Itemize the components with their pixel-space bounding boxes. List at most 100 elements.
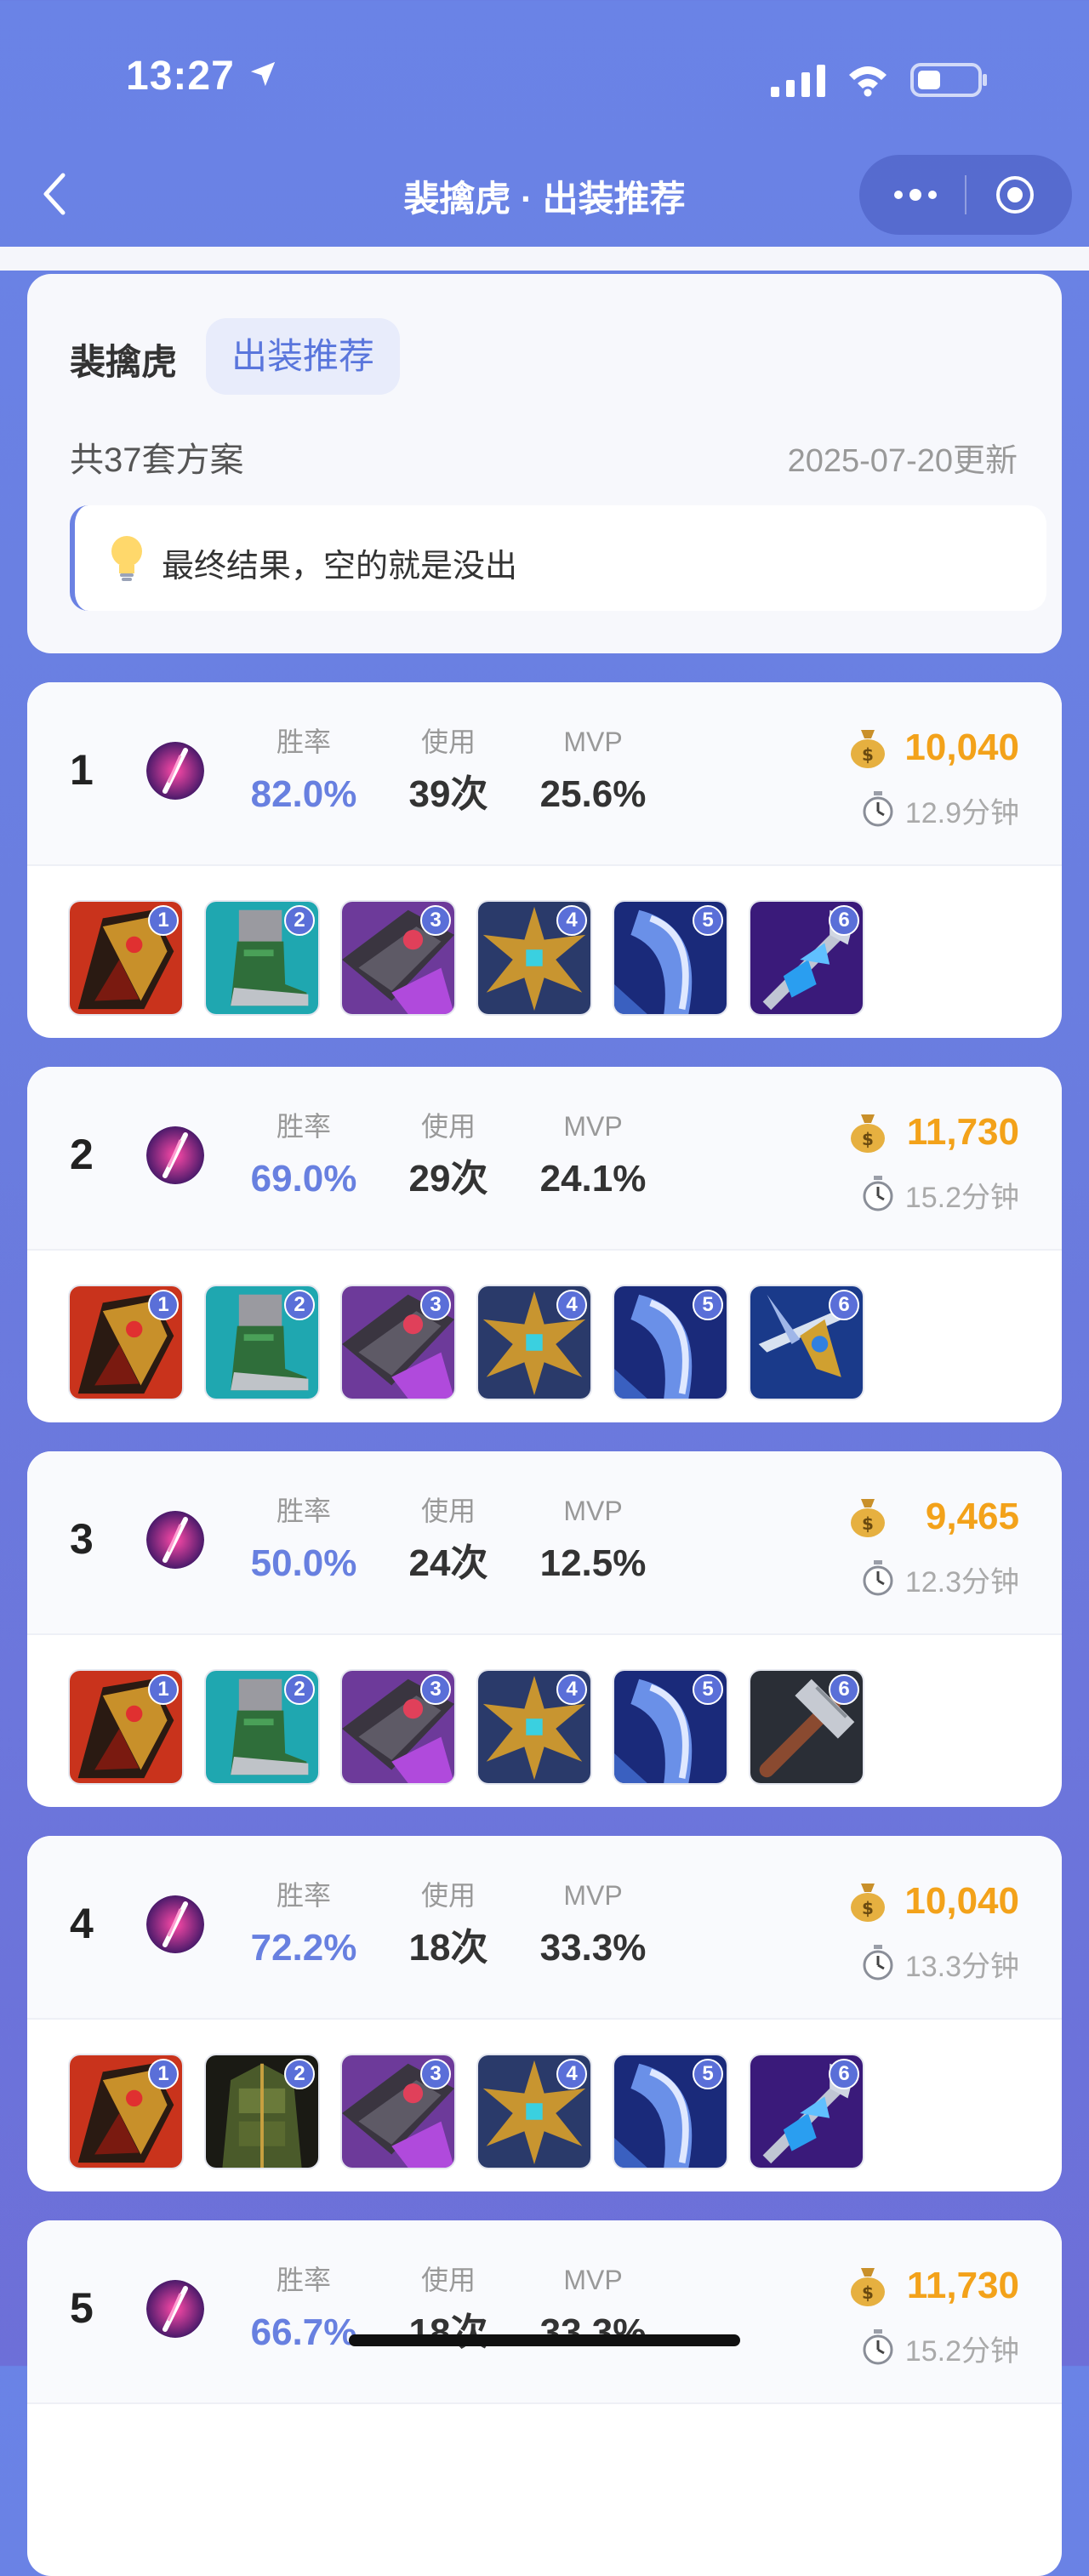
- win-rate-label: 胜率: [276, 727, 331, 757]
- item-slot[interactable]: 1: [68, 2054, 184, 2169]
- stopwatch-icon: [863, 791, 893, 827]
- win-rate-label: 胜率: [276, 2265, 331, 2295]
- hero-avatar: [146, 1895, 204, 1953]
- money-bag-icon: $: [851, 1114, 885, 1153]
- item-slot[interactable]: 2: [204, 1285, 320, 1400]
- item-slot[interactable]: 6: [749, 900, 864, 1016]
- money-bag-icon: $: [851, 1884, 885, 1922]
- item-order-badge: 2: [284, 1674, 315, 1705]
- build-rank: 1: [70, 746, 94, 794]
- tip-banner: 最终结果，空的就是没出: [70, 505, 1046, 611]
- build-card[interactable]: 3 胜率 50.0% 使用 24次 MVP 12.5% $9,465 12.3分钟 1 2 3 4 5 6: [27, 1451, 1062, 1807]
- win-rate-value: 82.0%: [250, 773, 357, 815]
- build-rank: 2: [70, 1131, 94, 1178]
- item-order-badge: 1: [148, 1290, 179, 1320]
- item-slot[interactable]: 5: [613, 2054, 728, 2169]
- build-duration: 15.2分钟: [904, 2335, 1019, 2368]
- item-order-badge: 5: [693, 2059, 723, 2089]
- usage-label: 使用: [420, 1496, 476, 1526]
- mvp-stat: MVP 33.3%: [521, 1878, 665, 1970]
- win-rate-stat: 胜率 69.0%: [231, 1109, 376, 1201]
- more-dots-icon[interactable]: [890, 180, 941, 209]
- item-slot[interactable]: 3: [340, 1285, 456, 1400]
- mvp-label: MVP: [563, 1496, 623, 1526]
- build-card[interactable]: 1 胜率 82.0% 使用 39次 MVP 25.6% $10,040 12.9分钟 1 2 3 4 5 6: [27, 682, 1062, 1038]
- item-slot[interactable]: 6: [749, 2054, 864, 2169]
- usage-value: 39次: [408, 773, 488, 815]
- item-slot[interactable]: 3: [340, 900, 456, 1016]
- win-rate-value: 50.0%: [250, 1542, 357, 1584]
- item-slot[interactable]: 2: [204, 900, 320, 1016]
- item-slot[interactable]: 5: [613, 1285, 728, 1400]
- build-duration: 12.3分钟: [904, 1566, 1019, 1599]
- plan-count: 共37套方案: [70, 442, 244, 479]
- item-slot[interactable]: 6: [749, 1669, 864, 1785]
- stopwatch-icon: [863, 1560, 893, 1596]
- status-bar: 13:27: [0, 0, 1089, 153]
- win-rate-stat: 胜率 72.2%: [231, 1878, 376, 1970]
- build-card[interactable]: 4 胜率 72.2% 使用 18次 MVP 33.3% $10,040 13.3分钟 1 2 3 4 5 6: [27, 1836, 1062, 2191]
- win-rate-label: 胜率: [276, 1496, 331, 1526]
- item-order-badge: 6: [829, 1674, 859, 1705]
- item-order-badge: 2: [284, 905, 315, 936]
- build-rank: 5: [70, 2284, 94, 2332]
- item-order-badge: 4: [556, 905, 587, 936]
- page-title: 裴擒虎 · 出装推荐: [403, 179, 686, 219]
- item-slot[interactable]: 5: [613, 1669, 728, 1785]
- build-summary: 1 胜率 82.0% 使用 39次 MVP 25.6% $10,040 12.9分钟: [27, 682, 1062, 866]
- build-price: 9,465: [925, 1496, 1019, 1537]
- mvp-label: MVP: [563, 727, 623, 757]
- item-slot[interactable]: 6: [749, 1285, 864, 1400]
- build-card[interactable]: 5 胜率 66.7% 使用 18次 MVP 33.3% $11,730 15.2分钟: [27, 2220, 1062, 2576]
- hero-avatar: [146, 742, 204, 800]
- item-slot[interactable]: 5: [613, 900, 728, 1016]
- close-target-icon[interactable]: [994, 174, 1036, 216]
- item-slot[interactable]: 4: [476, 900, 592, 1016]
- build-card[interactable]: 2 胜率 69.0% 使用 29次 MVP 24.1% $11,730 15.2分钟 1 2 3 4 5 6: [27, 1067, 1062, 1422]
- back-chevron-icon[interactable]: [37, 168, 71, 219]
- item-slot[interactable]: 4: [476, 1285, 592, 1400]
- item-slot[interactable]: 3: [340, 2054, 456, 2169]
- item-slot[interactable]: 2: [204, 2054, 320, 2169]
- mvp-value: 33.3%: [539, 1927, 647, 1969]
- hero-avatar: [146, 2280, 204, 2338]
- win-rate-value: 66.7%: [250, 2311, 357, 2353]
- usage-stat: 使用 29次: [376, 1109, 521, 1201]
- build-duration: 12.9分钟: [904, 797, 1019, 829]
- win-rate-value: 72.2%: [250, 1927, 357, 1969]
- stopwatch-icon: [863, 2329, 893, 2365]
- item-slot[interactable]: 4: [476, 2054, 592, 2169]
- usage-label: 使用: [420, 727, 476, 757]
- mvp-label: MVP: [563, 2265, 623, 2295]
- item-slot[interactable]: 4: [476, 1669, 592, 1785]
- wifi-icon: [849, 66, 887, 97]
- item-slot[interactable]: 1: [68, 1669, 184, 1785]
- build-recommend-tag: 出装推荐: [206, 318, 400, 395]
- build-rank: 4: [70, 1900, 94, 1947]
- build-summary: 3 胜率 50.0% 使用 24次 MVP 12.5% $9,465 12.3分钟: [27, 1451, 1062, 1635]
- location-arrow-icon: [250, 61, 276, 87]
- usage-stat: 使用 39次: [376, 725, 521, 817]
- hero-name: 裴擒虎: [70, 342, 178, 382]
- item-slot[interactable]: 2: [204, 1669, 320, 1785]
- item-slot[interactable]: 1: [68, 900, 184, 1016]
- hero-avatar-icon: [146, 742, 204, 800]
- item-order-badge: 6: [829, 1290, 859, 1320]
- item-slot[interactable]: 3: [340, 1669, 456, 1785]
- hero-avatar-icon: [146, 2280, 204, 2338]
- hero-avatar: [146, 1126, 204, 1184]
- usage-stat: 使用 24次: [376, 1494, 521, 1586]
- home-indicator: [349, 2334, 740, 2346]
- build-rank: 3: [70, 1515, 94, 1563]
- hero-summary-card: 裴擒虎 出装推荐 共37套方案 2025-07-20更新 最终结果，空的就是没出: [27, 274, 1062, 653]
- usage-value: 18次: [408, 1927, 488, 1969]
- item-order-badge: 1: [148, 905, 179, 936]
- svg-text:$: $: [862, 1129, 874, 1149]
- update-date: 2025-07-20更新: [787, 443, 1018, 479]
- item-slot[interactable]: 1: [68, 1285, 184, 1400]
- item-order-badge: 6: [829, 905, 859, 936]
- item-order-badge: 4: [556, 1674, 587, 1705]
- item-order-badge: 1: [148, 1674, 179, 1705]
- usage-label: 使用: [420, 1880, 476, 1911]
- stopwatch-icon: [863, 1945, 893, 1980]
